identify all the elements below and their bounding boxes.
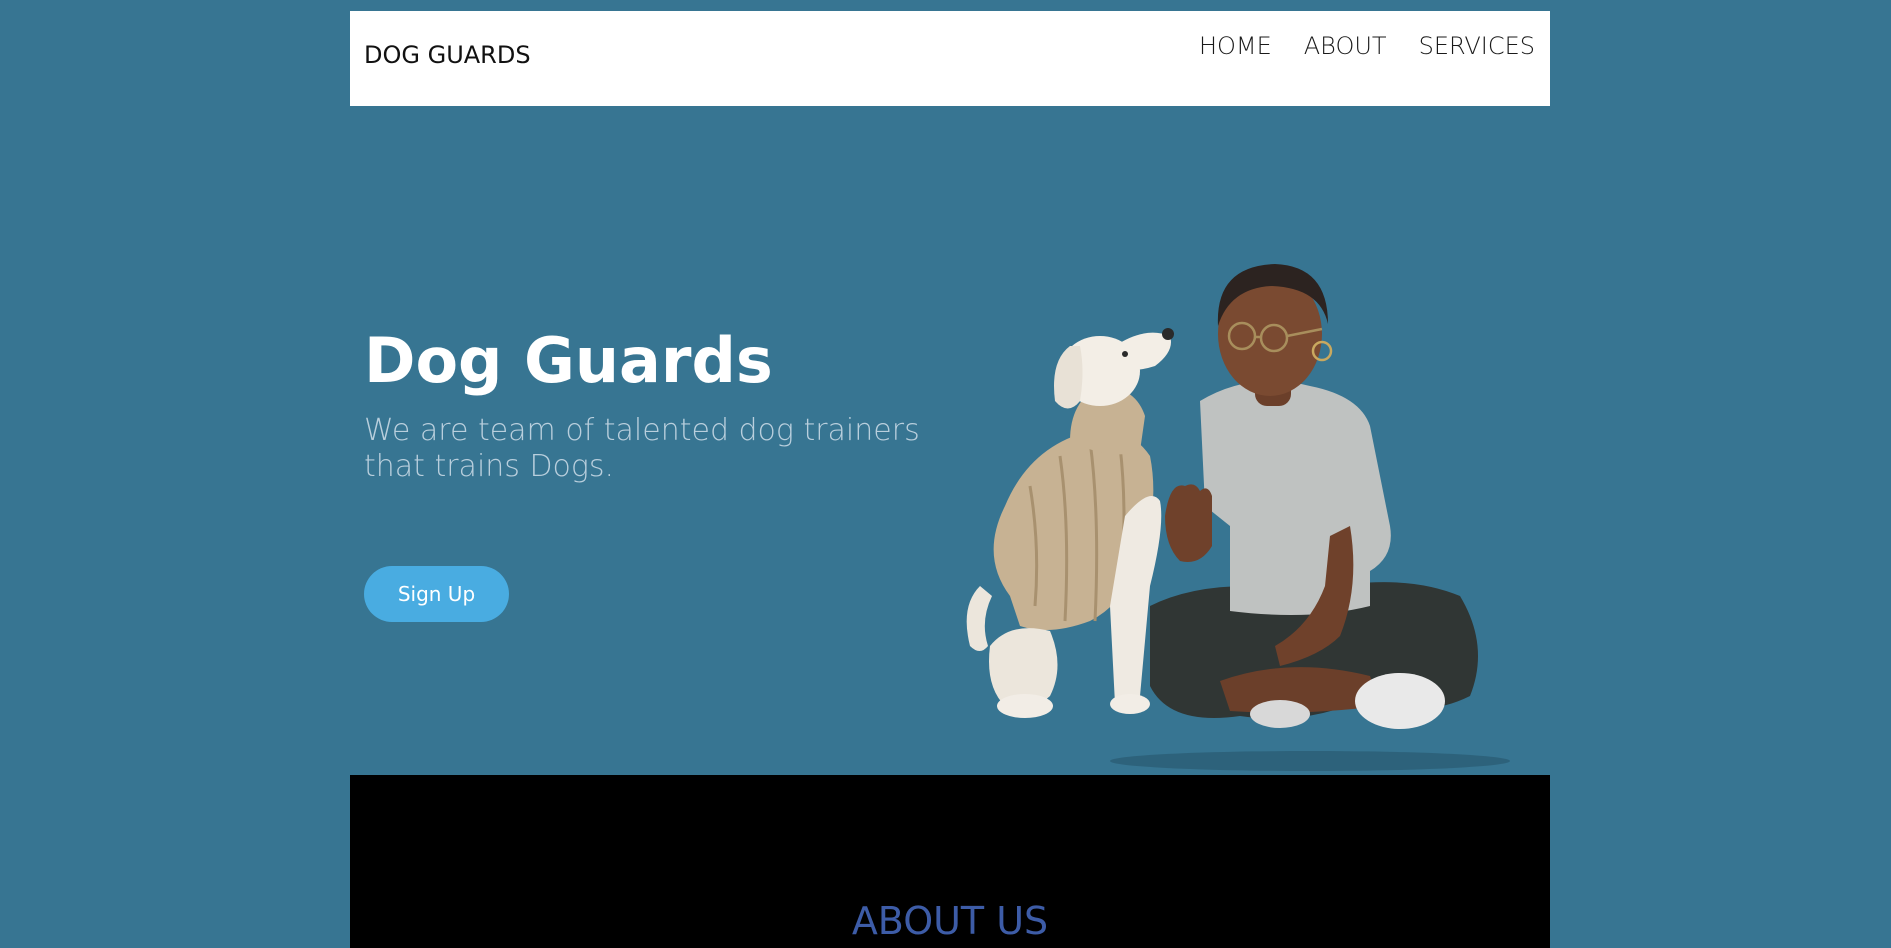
floor-shadow (1110, 751, 1510, 771)
navbar: DOG GUARDS HOME ABOUT SERVICES (350, 11, 1550, 106)
hero-subtitle: We are team of talented dog trainers tha… (364, 413, 920, 484)
nav-link-about[interactable]: ABOUT (1304, 32, 1387, 60)
dog-nose (1162, 328, 1174, 340)
hero-section: Dog Guards We are team of talented dog t… (350, 106, 1550, 775)
signup-button[interactable]: Sign Up (364, 566, 509, 622)
brand-logo[interactable]: DOG GUARDS (364, 41, 531, 69)
person-shoe-left (1250, 700, 1310, 728)
dog-snout (1115, 332, 1171, 370)
person-tshirt (1200, 381, 1391, 615)
dog-ear (1054, 346, 1083, 409)
person-shoe-right (1355, 673, 1445, 729)
dog-front-paw (1110, 694, 1150, 714)
hero-title: Dog Guards (364, 324, 773, 397)
about-section: ABOUT US (350, 775, 1550, 948)
dog-tail (966, 586, 992, 651)
person-hand (1165, 484, 1212, 562)
about-title: ABOUT US (851, 899, 1049, 943)
dog-eye (1122, 351, 1128, 357)
page-container: DOG GUARDS HOME ABOUT SERVICES Dog Guard… (350, 11, 1550, 775)
dog-back-paw (997, 694, 1053, 718)
person-with-dog-illustration (966, 264, 1510, 771)
nav-link-services[interactable]: SERVICES (1419, 32, 1535, 60)
nav-menu: HOME ABOUT SERVICES (1199, 32, 1535, 60)
nav-link-home[interactable]: HOME (1199, 32, 1272, 60)
